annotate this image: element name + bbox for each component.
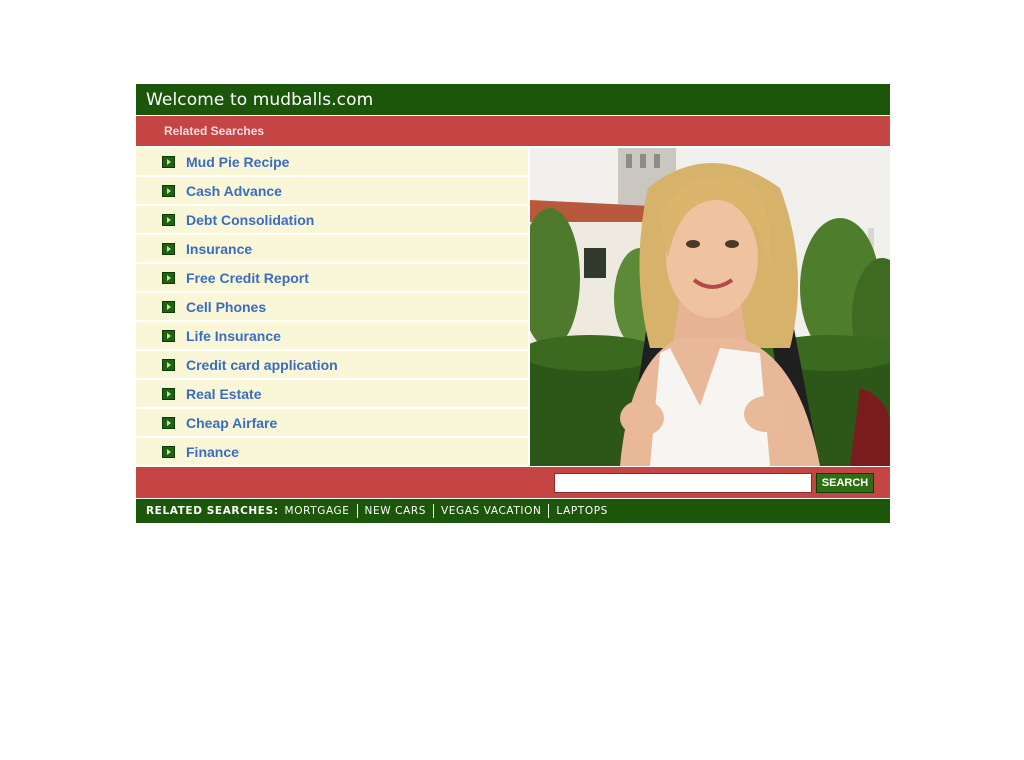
related-link[interactable]: Life Insurance xyxy=(186,328,281,344)
footer-link-new-cars[interactable]: NEW CARS xyxy=(358,505,433,517)
related-link[interactable]: Cell Phones xyxy=(186,299,266,315)
arrow-right-icon xyxy=(162,300,175,313)
title-bar: Welcome to mudballs.com xyxy=(136,84,890,116)
list-item[interactable]: Cell Phones xyxy=(136,293,528,320)
student-photo-illustration xyxy=(530,148,890,466)
arrow-right-icon xyxy=(162,155,175,168)
arrow-right-icon xyxy=(162,445,175,458)
list-item[interactable]: Finance xyxy=(136,438,528,465)
list-item[interactable]: Credit card application xyxy=(136,351,528,378)
list-item[interactable]: Insurance xyxy=(136,235,528,262)
content-area: Mud Pie Recipe Cash Advance Debt Consoli… xyxy=(136,146,890,466)
arrow-right-icon xyxy=(162,184,175,197)
footer-link-mortgage[interactable]: MORTGAGE xyxy=(285,505,357,517)
related-link[interactable]: Debt Consolidation xyxy=(186,212,314,228)
arrow-right-icon xyxy=(162,213,175,226)
related-link[interactable]: Insurance xyxy=(186,241,252,257)
footer-link-laptops[interactable]: LAPTOPS xyxy=(549,505,614,517)
list-item[interactable]: Free Credit Report xyxy=(136,264,528,291)
related-link[interactable]: Real Estate xyxy=(186,386,261,402)
related-link[interactable]: Cheap Airfare xyxy=(186,415,277,431)
arrow-right-icon xyxy=(162,387,175,400)
search-input[interactable] xyxy=(554,472,812,493)
list-item[interactable]: Life Insurance xyxy=(136,322,528,349)
list-item[interactable]: Real Estate xyxy=(136,380,528,407)
list-item[interactable]: Debt Consolidation xyxy=(136,206,528,233)
footer-label: RELATED SEARCHES: xyxy=(146,505,279,517)
related-link[interactable]: Credit card application xyxy=(186,357,338,373)
arrow-right-icon xyxy=(162,329,175,342)
search-bar: SEARCH xyxy=(136,466,890,498)
related-links-list: Mud Pie Recipe Cash Advance Debt Consoli… xyxy=(136,146,528,466)
related-link[interactable]: Cash Advance xyxy=(186,183,282,199)
arrow-right-icon xyxy=(162,271,175,284)
arrow-right-icon xyxy=(162,358,175,371)
list-item[interactable]: Mud Pie Recipe xyxy=(136,148,528,175)
list-item[interactable]: Cheap Airfare xyxy=(136,409,528,436)
footer-links: MORTGAGE NEW CARS VEGAS VACATION LAPTOPS xyxy=(285,504,615,518)
related-link[interactable]: Mud Pie Recipe xyxy=(186,154,289,170)
arrow-right-icon xyxy=(162,242,175,255)
footer-related-searches: RELATED SEARCHES: MORTGAGE NEW CARS VEGA… xyxy=(136,498,890,523)
student-photo xyxy=(530,148,890,466)
related-searches-header: Related Searches xyxy=(136,116,890,146)
arrow-right-icon xyxy=(162,416,175,429)
page-container: Welcome to mudballs.com Related Searches… xyxy=(136,84,890,523)
related-link[interactable]: Finance xyxy=(186,444,239,460)
related-searches-heading: Related Searches xyxy=(164,124,265,138)
list-item[interactable]: Cash Advance xyxy=(136,177,528,204)
page-title: Welcome to mudballs.com xyxy=(146,89,374,110)
search-button[interactable]: SEARCH xyxy=(816,472,874,493)
related-link[interactable]: Free Credit Report xyxy=(186,270,309,286)
footer-link-vegas-vacation[interactable]: VEGAS VACATION xyxy=(434,505,548,517)
